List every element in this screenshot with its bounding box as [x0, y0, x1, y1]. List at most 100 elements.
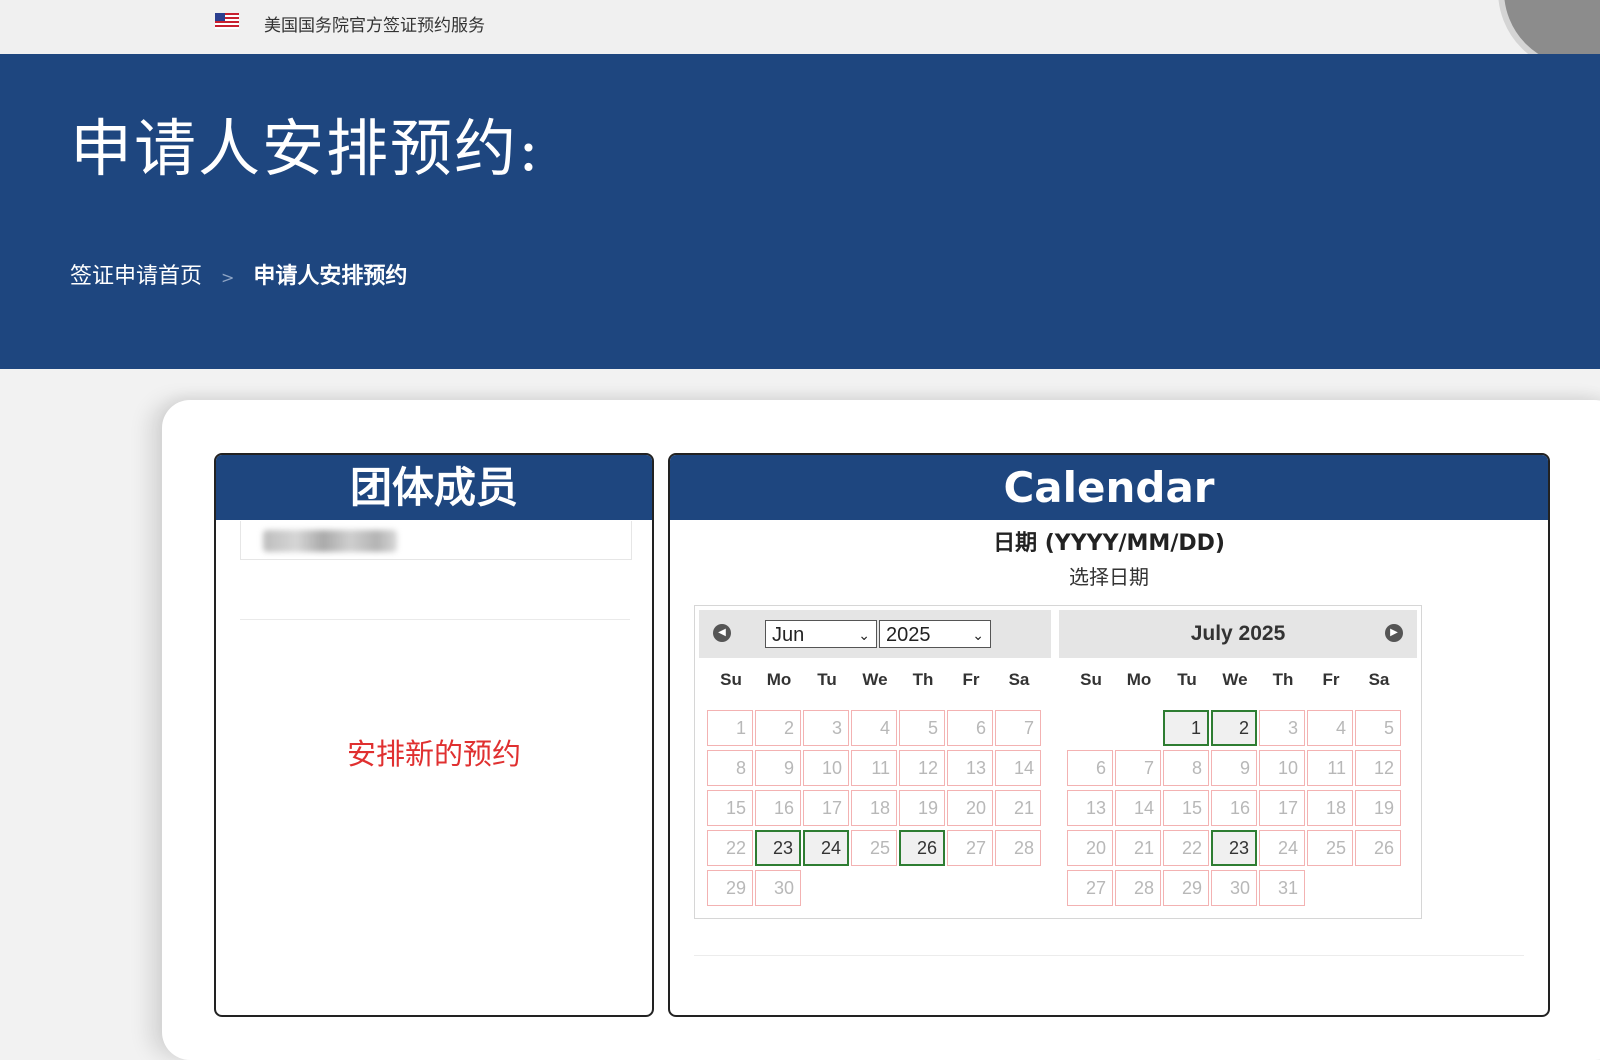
breadcrumb-separator: >: [221, 268, 235, 287]
member-item[interactable]: [240, 521, 632, 560]
day-jun-9: 9: [755, 750, 801, 786]
day-jul-5: 5: [1355, 710, 1401, 746]
chevron-down-icon: ⌄: [972, 627, 984, 643]
prev-month-icon[interactable]: ◀: [713, 624, 731, 642]
day-jun-7: 7: [995, 710, 1041, 746]
available-day-jun-24[interactable]: 24: [803, 830, 849, 866]
weekday-fr: Fr: [1322, 670, 1340, 689]
weekday-mo: Mo: [766, 670, 792, 689]
group-members-panel: 团体成员 安排新的预约: [214, 453, 654, 1017]
day-jun-17: 17: [803, 790, 849, 826]
weekday-mo: Mo: [1126, 670, 1152, 689]
day-jun-11: 11: [851, 750, 897, 786]
breadcrumb: 签证申请首页 > 申请人安排预约: [70, 258, 407, 290]
member-name-redacted: [263, 530, 397, 552]
month-header-right: July 2025 ▶: [1059, 610, 1417, 658]
chevron-down-icon: ⌄: [858, 627, 870, 643]
day-jun-25: 25: [851, 830, 897, 866]
day-jul-29: 29: [1163, 870, 1209, 906]
day-jul-12: 12: [1355, 750, 1401, 786]
day-jun-5: 5: [899, 710, 945, 746]
day-jun-18: 18: [851, 790, 897, 826]
day-jul-11: 11: [1307, 750, 1353, 786]
day-jul-24: 24: [1259, 830, 1305, 866]
weekday-su: Su: [1080, 670, 1102, 689]
day-jun-12: 12: [899, 750, 945, 786]
day-jun-15: 15: [707, 790, 753, 826]
day-jul-8: 8: [1163, 750, 1209, 786]
calendar-title: Calendar: [670, 455, 1548, 520]
breadcrumb-current: 申请人安排预约: [253, 264, 408, 289]
day-jun-22: 22: [707, 830, 753, 866]
day-jul-30: 30: [1211, 870, 1257, 906]
weekday-fr: Fr: [962, 670, 980, 689]
day-jul-14: 14: [1115, 790, 1161, 826]
day-jul-13: 13: [1067, 790, 1113, 826]
day-jun-2: 2: [755, 710, 801, 746]
day-jul-31: 31: [1259, 870, 1305, 906]
day-jun-13: 13: [947, 750, 993, 786]
day-jun-10: 10: [803, 750, 849, 786]
year-select[interactable]: 2025 ⌄: [879, 620, 991, 648]
day-jun-1: 1: [707, 710, 753, 746]
year-select-value: 2025: [886, 624, 931, 646]
day-jun-29: 29: [707, 870, 753, 906]
day-jul-20: 20: [1067, 830, 1113, 866]
month-title: July 2025: [1190, 622, 1286, 645]
day-jul-25: 25: [1307, 830, 1353, 866]
day-jul-3: 3: [1259, 710, 1305, 746]
day-jun-8: 8: [707, 750, 753, 786]
day-jul-19: 19: [1355, 790, 1401, 826]
available-day-jul-2[interactable]: 2: [1211, 710, 1257, 746]
day-jun-3: 3: [803, 710, 849, 746]
top-bar: 美国国务院官方签证预约服务: [0, 0, 1600, 72]
page-title: 申请人安排预约:: [70, 112, 541, 185]
month-select-value: Jun: [772, 624, 805, 646]
available-day-jul-1[interactable]: 1: [1163, 710, 1209, 746]
datepicker: ◀ Jun ⌄ 2025 ⌄ Su Mo Tu We Th Fr Sa 1234567891…: [694, 605, 1422, 919]
day-jul-7: 7: [1115, 750, 1161, 786]
month-june: ◀ Jun ⌄ 2025 ⌄ Su Mo Tu We Th Fr Sa 1234567891…: [695, 606, 1055, 918]
day-jul-15: 15: [1163, 790, 1209, 826]
day-jun-16: 16: [755, 790, 801, 826]
day-jun-27: 27: [947, 830, 993, 866]
us-flag-icon: [215, 13, 239, 29]
day-jun-20: 20: [947, 790, 993, 826]
month-select[interactable]: Jun ⌄: [765, 620, 877, 648]
breadcrumb-home-link[interactable]: 签证申请首页: [70, 264, 202, 289]
available-day-jul-23[interactable]: 23: [1211, 830, 1257, 866]
day-jul-21: 21: [1115, 830, 1161, 866]
date-format-label: 日期 (YYYY/MM/DD): [993, 531, 1225, 556]
group-members-title: 团体成员: [216, 455, 652, 520]
weekday-tu: Tu: [1177, 670, 1197, 689]
month-july: July 2025 ▶ Su Mo Tu We Th Fr Sa 1 2 3 4 5 6 7 8 9 10 11…: [1055, 606, 1421, 918]
weekday-th: Th: [1272, 670, 1294, 689]
next-month-icon[interactable]: ▶: [1385, 624, 1403, 642]
choose-date-prompt: 选择日期: [1069, 565, 1149, 589]
agency-name: 美国国务院官方签证预约服务: [264, 16, 485, 36]
divider: [240, 619, 630, 620]
weekday-th: Th: [912, 670, 934, 689]
day-jun-6: 6: [947, 710, 993, 746]
day-jul-9: 9: [1211, 750, 1257, 786]
weekday-we: We: [1222, 670, 1248, 689]
available-day-jun-26[interactable]: 26: [899, 830, 945, 866]
day-jul-26: 26: [1355, 830, 1401, 866]
page-header: 申请人安排预约: 签证申请首页 > 申请人安排预约: [0, 54, 1600, 369]
day-jul-27: 27: [1067, 870, 1113, 906]
day-jun-21: 21: [995, 790, 1041, 826]
day-jul-6: 6: [1067, 750, 1113, 786]
day-jun-4: 4: [851, 710, 897, 746]
schedule-new-appointment-link[interactable]: 安排新的预约: [216, 731, 652, 773]
day-jul-28: 28: [1115, 870, 1161, 906]
weekday-tu: Tu: [817, 670, 837, 689]
available-day-jun-23[interactable]: 23: [755, 830, 801, 866]
day-jun-14: 14: [995, 750, 1041, 786]
day-jul-18: 18: [1307, 790, 1353, 826]
day-jul-22: 22: [1163, 830, 1209, 866]
day-jun-28: 28: [995, 830, 1041, 866]
weekday-we: We: [862, 670, 888, 689]
day-jun-19: 19: [899, 790, 945, 826]
day-jul-4: 4: [1307, 710, 1353, 746]
day-jul-16: 16: [1211, 790, 1257, 826]
